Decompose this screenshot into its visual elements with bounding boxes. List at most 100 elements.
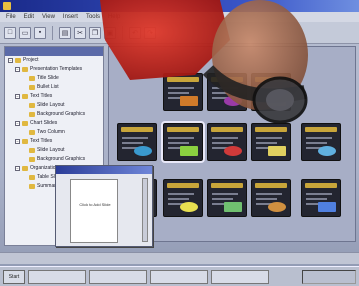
tree-item[interactable]: − Project [5, 56, 103, 65]
slide-thumbnail[interactable] [117, 123, 157, 161]
tree-item-label: Background Graphics [37, 156, 86, 162]
app-icon [3, 2, 11, 10]
tree-item[interactable]: − Text Titles [5, 92, 103, 101]
slide-thumbnail[interactable] [207, 123, 247, 161]
menu-tools[interactable]: Tools [86, 12, 100, 22]
print-icon[interactable]: ▤ [59, 26, 71, 39]
slide-text-line [212, 198, 233, 200]
slide-title-bar [211, 127, 243, 132]
expand-toggle-icon[interactable]: − [15, 94, 20, 99]
slide-title-bar [255, 127, 287, 132]
menu-help[interactable]: Help [108, 12, 120, 22]
task-button[interactable] [89, 269, 147, 284]
tree-item[interactable]: − Chart Slides [5, 119, 103, 128]
slide-preview[interactable]: Click to Add Slide [70, 179, 118, 243]
new-icon[interactable]: □ [4, 26, 16, 39]
folder-icon [22, 166, 28, 171]
expand-toggle-icon[interactable]: − [15, 166, 20, 171]
slide-thumbnail[interactable] [163, 73, 203, 111]
copy-icon[interactable]: ❐ [89, 26, 101, 39]
slide-text-line [212, 142, 233, 144]
tree-item[interactable]: Background Graphics [5, 110, 103, 119]
slide-thumbnail[interactable] [251, 73, 291, 111]
taskbar: Start [0, 266, 359, 286]
dialog-scrollbar[interactable] [142, 178, 148, 242]
slide-text-line [168, 198, 189, 200]
save-icon[interactable]: ▪ [34, 26, 46, 39]
tree-item-label: Bullet List [37, 84, 59, 90]
tree-item[interactable]: Background Graphics [5, 155, 103, 164]
cut-icon[interactable]: ✂ [74, 26, 86, 39]
slide-title-bar [121, 127, 153, 132]
slide-thumbnail[interactable] [163, 179, 203, 217]
slide-graphic [318, 146, 336, 156]
paste-icon[interactable]: ▣ [104, 26, 116, 39]
undo-icon[interactable]: ↶ [129, 26, 141, 39]
tree-item[interactable]: Two Column [5, 128, 103, 137]
menu-edit[interactable]: Edit [24, 12, 34, 22]
menu-file[interactable]: File [6, 12, 16, 22]
redo-icon[interactable]: ↷ [144, 26, 156, 39]
slide-text-line [168, 87, 194, 89]
slide-title-bar [211, 77, 243, 82]
start-button[interactable]: Start [3, 269, 25, 284]
slide-thumbnail[interactable] [207, 73, 247, 111]
folder-icon [29, 175, 35, 180]
expand-toggle-icon[interactable]: − [15, 67, 20, 72]
title-bar [0, 0, 359, 12]
folder-icon [15, 58, 21, 63]
tree-item[interactable]: − Presentation Templates [5, 65, 103, 74]
toolbar: □ ▭ ▪ ▤ ✂ ❐ ▣ ↶ ↷ [0, 22, 359, 44]
slide-title-bar [255, 183, 287, 188]
slide-title-bar [167, 183, 199, 188]
tree-item-label: Two Column [37, 129, 65, 135]
tree-item-label: Text Titles [30, 93, 53, 99]
slide-title-bar [167, 77, 199, 82]
tree-item-label: Text Titles [30, 138, 53, 144]
slide-thumbnail[interactable] [161, 121, 205, 163]
slide-graphic [224, 96, 242, 106]
slide-title-bar [305, 127, 337, 132]
slide-thumbnail[interactable] [207, 179, 247, 217]
task-button[interactable] [211, 269, 269, 284]
menu-view[interactable]: View [42, 12, 55, 22]
task-button[interactable] [28, 269, 86, 284]
folder-icon [29, 85, 35, 90]
slide-text-line [122, 137, 148, 139]
expand-toggle-icon[interactable]: − [8, 58, 13, 63]
slide-thumbnail[interactable] [301, 179, 341, 217]
slide-text-line [212, 137, 238, 139]
slide-text-line [256, 87, 282, 89]
slide-graphic [318, 202, 336, 212]
slide-thumbnail[interactable] [301, 123, 341, 161]
slide-graphic [180, 146, 198, 156]
folder-icon [29, 130, 35, 135]
slide-text-line [256, 198, 277, 200]
slide-title-bar [211, 183, 243, 188]
tree-item[interactable]: Slide Layout [5, 146, 103, 155]
slide-graphic [180, 96, 198, 106]
dialog-title [56, 166, 152, 174]
tree-item[interactable]: Slide Layout [5, 101, 103, 110]
slide-text-line [306, 198, 327, 200]
slide-thumbnail[interactable] [251, 123, 291, 161]
folder-icon [29, 112, 35, 117]
open-icon[interactable]: ▭ [19, 26, 31, 39]
preview-dialog: Click to Add Slide [55, 165, 153, 247]
app-window: File Edit View Insert Tools Help □ ▭ ▪ ▤… [0, 0, 359, 286]
slide-graphic [224, 146, 242, 156]
slide-title-bar [305, 183, 337, 188]
expand-toggle-icon[interactable]: − [15, 139, 20, 144]
menu-insert[interactable]: Insert [63, 12, 78, 22]
tree-item[interactable]: − Text Titles [5, 137, 103, 146]
slide-text-line [212, 87, 238, 89]
slide-text-line [212, 193, 238, 195]
status-bar [0, 252, 359, 264]
slide-thumbnail[interactable] [251, 179, 291, 217]
tree-item[interactable]: Bullet List [5, 83, 103, 92]
expand-toggle-icon[interactable]: − [15, 121, 20, 126]
tree-item[interactable]: Title Slide [5, 74, 103, 83]
task-button[interactable] [150, 269, 208, 284]
slide-text-line [306, 142, 327, 144]
slide-text-line [168, 92, 189, 94]
